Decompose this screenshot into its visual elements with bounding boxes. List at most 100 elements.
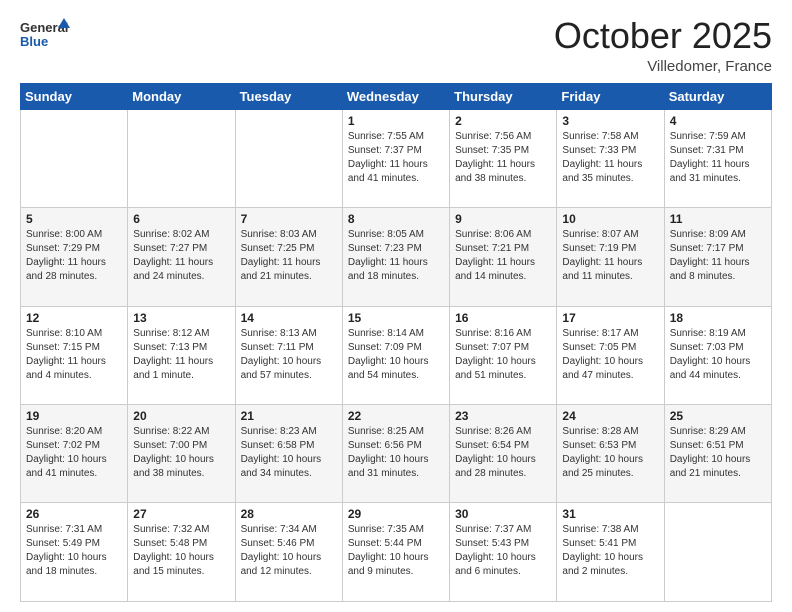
calendar-cell: 17Sunrise: 8:17 AM Sunset: 7:05 PM Dayli… [557, 306, 664, 404]
day-info: Sunrise: 8:12 AM Sunset: 7:13 PM Dayligh… [133, 327, 229, 383]
day-info: Sunrise: 8:29 AM Sunset: 6:51 PM Dayligh… [670, 425, 766, 481]
day-number: 6 [133, 212, 229, 226]
header-tuesday: Tuesday [235, 83, 342, 109]
calendar-cell: 30 Sunrise: 7:37 AM Sunset: 5:43 PM Dayli… [450, 503, 557, 602]
calendar-cell: 3 Sunrise: 7:58 AM Sunset: 7:33 PM Daylig… [557, 109, 664, 207]
day-info: Sunrise: 7:55 AM Sunset: 7:37 PM Dayligh… [348, 130, 444, 186]
day-number: 2 [455, 114, 551, 128]
header-sunday: Sunday [21, 83, 128, 109]
day-info: Sunrise: 7:59 AM Sunset: 7:31 PM Dayligh… [670, 130, 766, 186]
calendar-cell: 7 Sunrise: 8:03 AM Sunset: 7:25 PM Daylig… [235, 208, 342, 306]
calendar-cell: 24Sunrise: 8:28 AM Sunset: 6:53 PM Dayli… [557, 405, 664, 503]
calendar-cell: 31 Sunrise: 7:38 AM Sunset: 5:41 PM Dayli… [557, 503, 664, 602]
calendar-table: Sunday Monday Tuesday Wednesday Thursday… [20, 83, 772, 602]
calendar-cell [128, 109, 235, 207]
day-number: 30 [455, 507, 551, 521]
week-row-4: 19 Sunrise: 8:20 AM Sunset: 7:02 PM Dayli… [21, 405, 772, 503]
day-info: Sunrise: 8:14 AM Sunset: 7:09 PM Dayligh… [348, 327, 444, 383]
day-info: Sunrise: 8:13 AM Sunset: 7:11 PM Dayligh… [241, 327, 337, 383]
day-info: Sunrise: 8:00 AM Sunset: 7:29 PM Dayligh… [26, 228, 122, 284]
day-info: Sunrise: 7:38 AM Sunset: 5:41 PM Dayligh… [562, 523, 658, 579]
day-number: 11 [670, 212, 766, 226]
day-number: 7 [241, 212, 337, 226]
month-title: October 2025 [554, 16, 772, 56]
calendar-cell: 28 Sunrise: 7:34 AM Sunset: 5:46 PM Dayli… [235, 503, 342, 602]
calendar-cell: 23 Sunrise: 8:26 AM Sunset: 6:54 PM Dayli… [450, 405, 557, 503]
day-number: 26 [26, 507, 122, 521]
calendar-cell: 18Sunrise: 8:19 AM Sunset: 7:03 PM Dayli… [664, 306, 771, 404]
day-number: 27 [133, 507, 229, 521]
week-row-3: 12Sunrise: 8:10 AM Sunset: 7:15 PM Dayli… [21, 306, 772, 404]
day-info: Sunrise: 7:31 AM Sunset: 5:49 PM Dayligh… [26, 523, 122, 579]
day-number: 28 [241, 507, 337, 521]
calendar-cell: 13 Sunrise: 8:12 AM Sunset: 7:13 PM Dayli… [128, 306, 235, 404]
day-info: Sunrise: 8:23 AM Sunset: 6:58 PM Dayligh… [241, 425, 337, 481]
day-info: Sunrise: 7:56 AM Sunset: 7:35 PM Dayligh… [455, 130, 551, 186]
day-info: Sunrise: 8:26 AM Sunset: 6:54 PM Dayligh… [455, 425, 551, 481]
day-info: Sunrise: 8:28 AM Sunset: 6:53 PM Dayligh… [562, 425, 658, 481]
title-block: October 2025 Villedomer, France [554, 16, 772, 75]
week-row-1: 1 Sunrise: 7:55 AM Sunset: 7:37 PM Daylig… [21, 109, 772, 207]
calendar-cell: 10 Sunrise: 8:07 AM Sunset: 7:19 PM Dayli… [557, 208, 664, 306]
calendar-cell: 26 Sunrise: 7:31 AM Sunset: 5:49 PM Dayli… [21, 503, 128, 602]
calendar-cell: 12Sunrise: 8:10 AM Sunset: 7:15 PM Dayli… [21, 306, 128, 404]
day-info: Sunrise: 8:06 AM Sunset: 7:21 PM Dayligh… [455, 228, 551, 284]
day-number: 15 [348, 311, 444, 325]
calendar-cell: 6 Sunrise: 8:02 AM Sunset: 7:27 PM Daylig… [128, 208, 235, 306]
day-number: 9 [455, 212, 551, 226]
calendar-cell: 9 Sunrise: 8:06 AM Sunset: 7:21 PM Daylig… [450, 208, 557, 306]
day-number: 19 [26, 409, 122, 423]
day-info: Sunrise: 8:05 AM Sunset: 7:23 PM Dayligh… [348, 228, 444, 284]
day-info: Sunrise: 8:02 AM Sunset: 7:27 PM Dayligh… [133, 228, 229, 284]
day-number: 3 [562, 114, 658, 128]
day-info: Sunrise: 8:25 AM Sunset: 6:56 PM Dayligh… [348, 425, 444, 481]
day-number: 1 [348, 114, 444, 128]
day-number: 8 [348, 212, 444, 226]
day-number: 10 [562, 212, 658, 226]
day-info: Sunrise: 8:17 AM Sunset: 7:05 PM Dayligh… [562, 327, 658, 383]
day-info: Sunrise: 7:34 AM Sunset: 5:46 PM Dayligh… [241, 523, 337, 579]
week-row-5: 26 Sunrise: 7:31 AM Sunset: 5:49 PM Dayli… [21, 503, 772, 602]
day-number: 14 [241, 311, 337, 325]
calendar-cell: 14 Sunrise: 8:13 AM Sunset: 7:11 PM Dayli… [235, 306, 342, 404]
calendar-cell: 11 Sunrise: 8:09 AM Sunset: 7:17 PM Dayli… [664, 208, 771, 306]
calendar-cell: 5 Sunrise: 8:00 AM Sunset: 7:29 PM Daylig… [21, 208, 128, 306]
calendar-cell [21, 109, 128, 207]
header-monday: Monday [128, 83, 235, 109]
header-friday: Friday [557, 83, 664, 109]
day-info: Sunrise: 7:35 AM Sunset: 5:44 PM Dayligh… [348, 523, 444, 579]
day-number: 4 [670, 114, 766, 128]
calendar-cell: 1 Sunrise: 7:55 AM Sunset: 7:37 PM Daylig… [342, 109, 449, 207]
calendar-cell [235, 109, 342, 207]
day-number: 5 [26, 212, 122, 226]
header-thursday: Thursday [450, 83, 557, 109]
day-info: Sunrise: 7:32 AM Sunset: 5:48 PM Dayligh… [133, 523, 229, 579]
calendar-cell [664, 503, 771, 602]
day-info: Sunrise: 7:37 AM Sunset: 5:43 PM Dayligh… [455, 523, 551, 579]
calendar-cell: 27 Sunrise: 7:32 AM Sunset: 5:48 PM Dayli… [128, 503, 235, 602]
day-number: 22 [348, 409, 444, 423]
day-number: 31 [562, 507, 658, 521]
header-wednesday: Wednesday [342, 83, 449, 109]
calendar-header-row: Sunday Monday Tuesday Wednesday Thursday… [21, 83, 772, 109]
page-header: General Blue October 2025 Villedomer, Fr… [20, 16, 772, 75]
calendar-cell: 21Sunrise: 8:23 AM Sunset: 6:58 PM Dayli… [235, 405, 342, 503]
calendar-cell: 16 Sunrise: 8:16 AM Sunset: 7:07 PM Dayli… [450, 306, 557, 404]
day-number: 16 [455, 311, 551, 325]
logo-svg: General Blue [20, 16, 70, 52]
day-number: 12 [26, 311, 122, 325]
day-info: Sunrise: 8:03 AM Sunset: 7:25 PM Dayligh… [241, 228, 337, 284]
calendar-cell: 8 Sunrise: 8:05 AM Sunset: 7:23 PM Daylig… [342, 208, 449, 306]
day-number: 23 [455, 409, 551, 423]
day-info: Sunrise: 8:20 AM Sunset: 7:02 PM Dayligh… [26, 425, 122, 481]
week-row-2: 5 Sunrise: 8:00 AM Sunset: 7:29 PM Daylig… [21, 208, 772, 306]
day-info: Sunrise: 8:07 AM Sunset: 7:19 PM Dayligh… [562, 228, 658, 284]
day-info: Sunrise: 8:09 AM Sunset: 7:17 PM Dayligh… [670, 228, 766, 284]
day-number: 13 [133, 311, 229, 325]
calendar-cell: 2 Sunrise: 7:56 AM Sunset: 7:35 PM Daylig… [450, 109, 557, 207]
header-saturday: Saturday [664, 83, 771, 109]
day-info: Sunrise: 8:16 AM Sunset: 7:07 PM Dayligh… [455, 327, 551, 383]
calendar-cell: 4 Sunrise: 7:59 AM Sunset: 7:31 PM Daylig… [664, 109, 771, 207]
day-info: Sunrise: 7:58 AM Sunset: 7:33 PM Dayligh… [562, 130, 658, 186]
day-info: Sunrise: 8:22 AM Sunset: 7:00 PM Dayligh… [133, 425, 229, 481]
